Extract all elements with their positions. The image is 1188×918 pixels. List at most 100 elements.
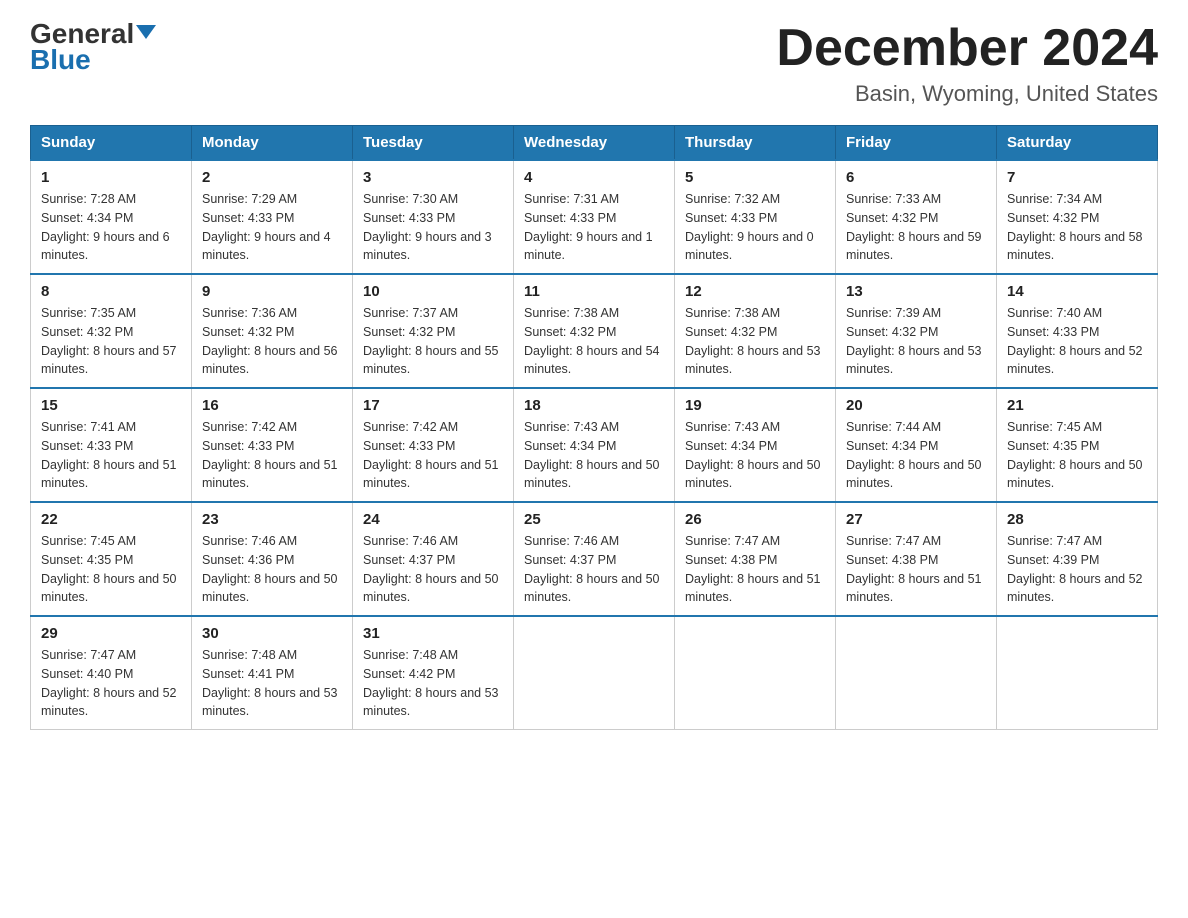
day-info: Sunrise: 7:47 AM Sunset: 4:38 PM Dayligh… xyxy=(846,532,986,607)
day-number: 4 xyxy=(524,169,664,186)
day-info: Sunrise: 7:40 AM Sunset: 4:33 PM Dayligh… xyxy=(1007,304,1147,379)
col-tuesday: Tuesday xyxy=(353,126,514,161)
day-info: Sunrise: 7:42 AM Sunset: 4:33 PM Dayligh… xyxy=(363,418,503,493)
col-monday: Monday xyxy=(192,126,353,161)
calendar-cell: 6 Sunrise: 7:33 AM Sunset: 4:32 PM Dayli… xyxy=(836,160,997,274)
calendar-cell: 25 Sunrise: 7:46 AM Sunset: 4:37 PM Dayl… xyxy=(514,502,675,616)
day-number: 26 xyxy=(685,511,825,528)
day-info: Sunrise: 7:31 AM Sunset: 4:33 PM Dayligh… xyxy=(524,190,664,265)
day-number: 9 xyxy=(202,283,342,300)
day-info: Sunrise: 7:39 AM Sunset: 4:32 PM Dayligh… xyxy=(846,304,986,379)
day-info: Sunrise: 7:32 AM Sunset: 4:33 PM Dayligh… xyxy=(685,190,825,265)
calendar-cell xyxy=(997,616,1158,730)
day-number: 21 xyxy=(1007,397,1147,414)
logo-blue: Blue xyxy=(30,46,91,74)
day-number: 12 xyxy=(685,283,825,300)
day-number: 10 xyxy=(363,283,503,300)
calendar-week-row: 1 Sunrise: 7:28 AM Sunset: 4:34 PM Dayli… xyxy=(31,160,1158,274)
logo-triangle-icon xyxy=(136,25,156,39)
day-info: Sunrise: 7:37 AM Sunset: 4:32 PM Dayligh… xyxy=(363,304,503,379)
day-number: 14 xyxy=(1007,283,1147,300)
day-number: 6 xyxy=(846,169,986,186)
day-info: Sunrise: 7:47 AM Sunset: 4:40 PM Dayligh… xyxy=(41,646,181,721)
calendar-cell: 22 Sunrise: 7:45 AM Sunset: 4:35 PM Dayl… xyxy=(31,502,192,616)
day-info: Sunrise: 7:38 AM Sunset: 4:32 PM Dayligh… xyxy=(685,304,825,379)
calendar-cell: 1 Sunrise: 7:28 AM Sunset: 4:34 PM Dayli… xyxy=(31,160,192,274)
calendar-cell: 2 Sunrise: 7:29 AM Sunset: 4:33 PM Dayli… xyxy=(192,160,353,274)
day-number: 2 xyxy=(202,169,342,186)
calendar-table: Sunday Monday Tuesday Wednesday Thursday… xyxy=(30,125,1158,730)
calendar-cell xyxy=(836,616,997,730)
day-info: Sunrise: 7:38 AM Sunset: 4:32 PM Dayligh… xyxy=(524,304,664,379)
day-info: Sunrise: 7:46 AM Sunset: 4:37 PM Dayligh… xyxy=(363,532,503,607)
calendar-cell xyxy=(514,616,675,730)
day-info: Sunrise: 7:30 AM Sunset: 4:33 PM Dayligh… xyxy=(363,190,503,265)
day-number: 19 xyxy=(685,397,825,414)
calendar-cell: 3 Sunrise: 7:30 AM Sunset: 4:33 PM Dayli… xyxy=(353,160,514,274)
calendar-cell: 20 Sunrise: 7:44 AM Sunset: 4:34 PM Dayl… xyxy=(836,388,997,502)
day-number: 27 xyxy=(846,511,986,528)
day-number: 5 xyxy=(685,169,825,186)
calendar-cell: 4 Sunrise: 7:31 AM Sunset: 4:33 PM Dayli… xyxy=(514,160,675,274)
day-number: 11 xyxy=(524,283,664,300)
page-header: General Blue December 2024 Basin, Wyomin… xyxy=(30,20,1158,107)
day-info: Sunrise: 7:46 AM Sunset: 4:37 PM Dayligh… xyxy=(524,532,664,607)
day-number: 16 xyxy=(202,397,342,414)
calendar-header: Sunday Monday Tuesday Wednesday Thursday… xyxy=(31,126,1158,161)
calendar-cell: 29 Sunrise: 7:47 AM Sunset: 4:40 PM Dayl… xyxy=(31,616,192,730)
day-number: 17 xyxy=(363,397,503,414)
day-info: Sunrise: 7:29 AM Sunset: 4:33 PM Dayligh… xyxy=(202,190,342,265)
calendar-week-row: 15 Sunrise: 7:41 AM Sunset: 4:33 PM Dayl… xyxy=(31,388,1158,502)
day-info: Sunrise: 7:45 AM Sunset: 4:35 PM Dayligh… xyxy=(41,532,181,607)
day-number: 1 xyxy=(41,169,181,186)
calendar-cell: 31 Sunrise: 7:48 AM Sunset: 4:42 PM Dayl… xyxy=(353,616,514,730)
header-row: Sunday Monday Tuesday Wednesday Thursday… xyxy=(31,126,1158,161)
day-info: Sunrise: 7:48 AM Sunset: 4:42 PM Dayligh… xyxy=(363,646,503,721)
day-info: Sunrise: 7:45 AM Sunset: 4:35 PM Dayligh… xyxy=(1007,418,1147,493)
day-info: Sunrise: 7:41 AM Sunset: 4:33 PM Dayligh… xyxy=(41,418,181,493)
calendar-week-row: 29 Sunrise: 7:47 AM Sunset: 4:40 PM Dayl… xyxy=(31,616,1158,730)
calendar-cell: 10 Sunrise: 7:37 AM Sunset: 4:32 PM Dayl… xyxy=(353,274,514,388)
day-number: 15 xyxy=(41,397,181,414)
day-number: 29 xyxy=(41,625,181,642)
day-info: Sunrise: 7:43 AM Sunset: 4:34 PM Dayligh… xyxy=(524,418,664,493)
calendar-cell: 12 Sunrise: 7:38 AM Sunset: 4:32 PM Dayl… xyxy=(675,274,836,388)
day-number: 23 xyxy=(202,511,342,528)
calendar-body: 1 Sunrise: 7:28 AM Sunset: 4:34 PM Dayli… xyxy=(31,160,1158,730)
title-area: December 2024 Basin, Wyoming, United Sta… xyxy=(776,20,1158,107)
day-number: 18 xyxy=(524,397,664,414)
col-friday: Friday xyxy=(836,126,997,161)
col-wednesday: Wednesday xyxy=(514,126,675,161)
day-info: Sunrise: 7:42 AM Sunset: 4:33 PM Dayligh… xyxy=(202,418,342,493)
day-number: 25 xyxy=(524,511,664,528)
calendar-cell: 28 Sunrise: 7:47 AM Sunset: 4:39 PM Dayl… xyxy=(997,502,1158,616)
calendar-cell: 27 Sunrise: 7:47 AM Sunset: 4:38 PM Dayl… xyxy=(836,502,997,616)
month-year-title: December 2024 xyxy=(776,20,1158,77)
day-info: Sunrise: 7:35 AM Sunset: 4:32 PM Dayligh… xyxy=(41,304,181,379)
day-number: 7 xyxy=(1007,169,1147,186)
day-info: Sunrise: 7:46 AM Sunset: 4:36 PM Dayligh… xyxy=(202,532,342,607)
day-number: 22 xyxy=(41,511,181,528)
day-number: 3 xyxy=(363,169,503,186)
calendar-cell: 13 Sunrise: 7:39 AM Sunset: 4:32 PM Dayl… xyxy=(836,274,997,388)
logo: General Blue xyxy=(30,20,156,74)
calendar-cell: 14 Sunrise: 7:40 AM Sunset: 4:33 PM Dayl… xyxy=(997,274,1158,388)
day-number: 31 xyxy=(363,625,503,642)
col-sunday: Sunday xyxy=(31,126,192,161)
col-saturday: Saturday xyxy=(997,126,1158,161)
location-subtitle: Basin, Wyoming, United States xyxy=(776,81,1158,107)
calendar-cell: 19 Sunrise: 7:43 AM Sunset: 4:34 PM Dayl… xyxy=(675,388,836,502)
calendar-cell: 17 Sunrise: 7:42 AM Sunset: 4:33 PM Dayl… xyxy=(353,388,514,502)
day-info: Sunrise: 7:43 AM Sunset: 4:34 PM Dayligh… xyxy=(685,418,825,493)
day-info: Sunrise: 7:34 AM Sunset: 4:32 PM Dayligh… xyxy=(1007,190,1147,265)
calendar-cell: 9 Sunrise: 7:36 AM Sunset: 4:32 PM Dayli… xyxy=(192,274,353,388)
calendar-cell: 30 Sunrise: 7:48 AM Sunset: 4:41 PM Dayl… xyxy=(192,616,353,730)
day-info: Sunrise: 7:48 AM Sunset: 4:41 PM Dayligh… xyxy=(202,646,342,721)
calendar-cell: 16 Sunrise: 7:42 AM Sunset: 4:33 PM Dayl… xyxy=(192,388,353,502)
calendar-cell: 5 Sunrise: 7:32 AM Sunset: 4:33 PM Dayli… xyxy=(675,160,836,274)
calendar-week-row: 22 Sunrise: 7:45 AM Sunset: 4:35 PM Dayl… xyxy=(31,502,1158,616)
day-info: Sunrise: 7:36 AM Sunset: 4:32 PM Dayligh… xyxy=(202,304,342,379)
day-info: Sunrise: 7:33 AM Sunset: 4:32 PM Dayligh… xyxy=(846,190,986,265)
calendar-cell: 15 Sunrise: 7:41 AM Sunset: 4:33 PM Dayl… xyxy=(31,388,192,502)
col-thursday: Thursday xyxy=(675,126,836,161)
